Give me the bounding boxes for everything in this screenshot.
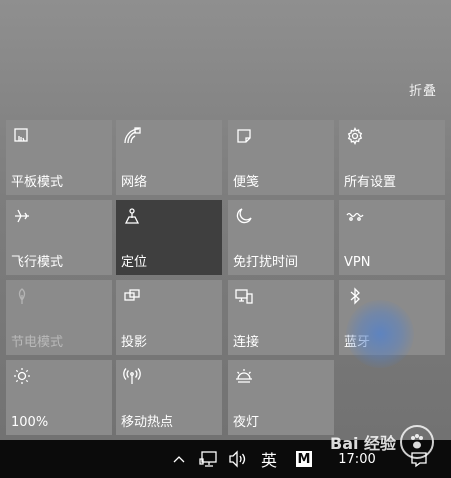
tile-bluetooth[interactable]: 蓝牙 bbox=[339, 280, 445, 355]
speaker-icon bbox=[229, 450, 246, 468]
tile-label: 节电模式 bbox=[11, 335, 64, 350]
network-icon bbox=[122, 126, 142, 146]
app-tray-button[interactable]: M bbox=[292, 440, 316, 478]
tile-label: 定位 bbox=[121, 255, 148, 270]
tile-all-settings[interactable]: 所有设置 bbox=[339, 120, 445, 195]
network-tray-button[interactable] bbox=[196, 440, 222, 478]
bluetooth-icon bbox=[345, 286, 365, 306]
tile-label: 投影 bbox=[121, 335, 148, 350]
ethernet-icon bbox=[199, 451, 217, 467]
tile-label: 网络 bbox=[121, 175, 148, 190]
app-letter-icon: M bbox=[296, 451, 312, 467]
tile-label: 蓝牙 bbox=[344, 335, 371, 350]
tile-label: 便笺 bbox=[233, 175, 260, 190]
show-hidden-icons-button[interactable] bbox=[168, 440, 190, 478]
clock[interactable]: 17:00 bbox=[334, 440, 380, 478]
tile-connect[interactable]: 连接 bbox=[228, 280, 334, 355]
tile-label: VPN bbox=[344, 255, 371, 270]
tile-vpn[interactable]: VPN bbox=[339, 200, 445, 275]
tile-battery-saver[interactable]: 节电模式 bbox=[6, 280, 112, 355]
tile-tablet-mode[interactable]: 平板模式 bbox=[6, 120, 112, 195]
tile-mobile-hotspot[interactable]: 移动热点 bbox=[116, 360, 222, 435]
tile-sticky-notes[interactable]: 便笺 bbox=[228, 120, 334, 195]
volume-tray-button[interactable] bbox=[226, 440, 250, 478]
night-light-icon bbox=[234, 366, 254, 386]
action-center-panel: 折叠 平板模式 网络 便笺 所有设置 飞行模式 定位 免打扰时间 VPN 节电模… bbox=[0, 0, 451, 440]
tile-label: 夜灯 bbox=[233, 415, 260, 430]
tile-network[interactable]: 网络 bbox=[116, 120, 222, 195]
tile-brightness[interactable]: 100% bbox=[6, 360, 112, 435]
ime-indicator[interactable]: 英 bbox=[256, 440, 282, 478]
tile-airplane-mode[interactable]: 飞行模式 bbox=[6, 200, 112, 275]
tile-label: 移动热点 bbox=[121, 415, 174, 430]
sticky-note-icon bbox=[234, 126, 254, 146]
notification-icon bbox=[411, 452, 427, 468]
tile-label: 所有设置 bbox=[344, 175, 397, 190]
project-icon bbox=[122, 286, 142, 306]
leaf-icon bbox=[12, 286, 32, 306]
vpn-icon bbox=[345, 206, 365, 226]
chevron-up-icon bbox=[173, 456, 185, 463]
brightness-icon bbox=[12, 366, 32, 386]
tile-label: 平板模式 bbox=[11, 175, 64, 190]
tile-label: 免打扰时间 bbox=[233, 255, 299, 270]
action-center-button[interactable] bbox=[406, 440, 432, 478]
tile-night-light[interactable]: 夜灯 bbox=[228, 360, 334, 435]
hotspot-icon bbox=[122, 366, 142, 386]
tile-label: 连接 bbox=[233, 335, 260, 350]
tile-project[interactable]: 投影 bbox=[116, 280, 222, 355]
connect-icon bbox=[234, 286, 254, 306]
location-icon bbox=[122, 206, 142, 226]
gear-icon bbox=[345, 126, 365, 146]
collapse-link[interactable]: 折叠 bbox=[409, 80, 437, 99]
tablet-mode-icon bbox=[12, 126, 32, 146]
tile-label: 飞行模式 bbox=[11, 255, 64, 270]
tile-quiet-hours[interactable]: 免打扰时间 bbox=[228, 200, 334, 275]
taskbar: 英 M 17:00 bbox=[0, 440, 451, 478]
tile-location[interactable]: 定位 bbox=[116, 200, 222, 275]
airplane-icon bbox=[12, 206, 32, 226]
moon-icon bbox=[234, 206, 254, 226]
tile-label: 100% bbox=[11, 415, 49, 430]
